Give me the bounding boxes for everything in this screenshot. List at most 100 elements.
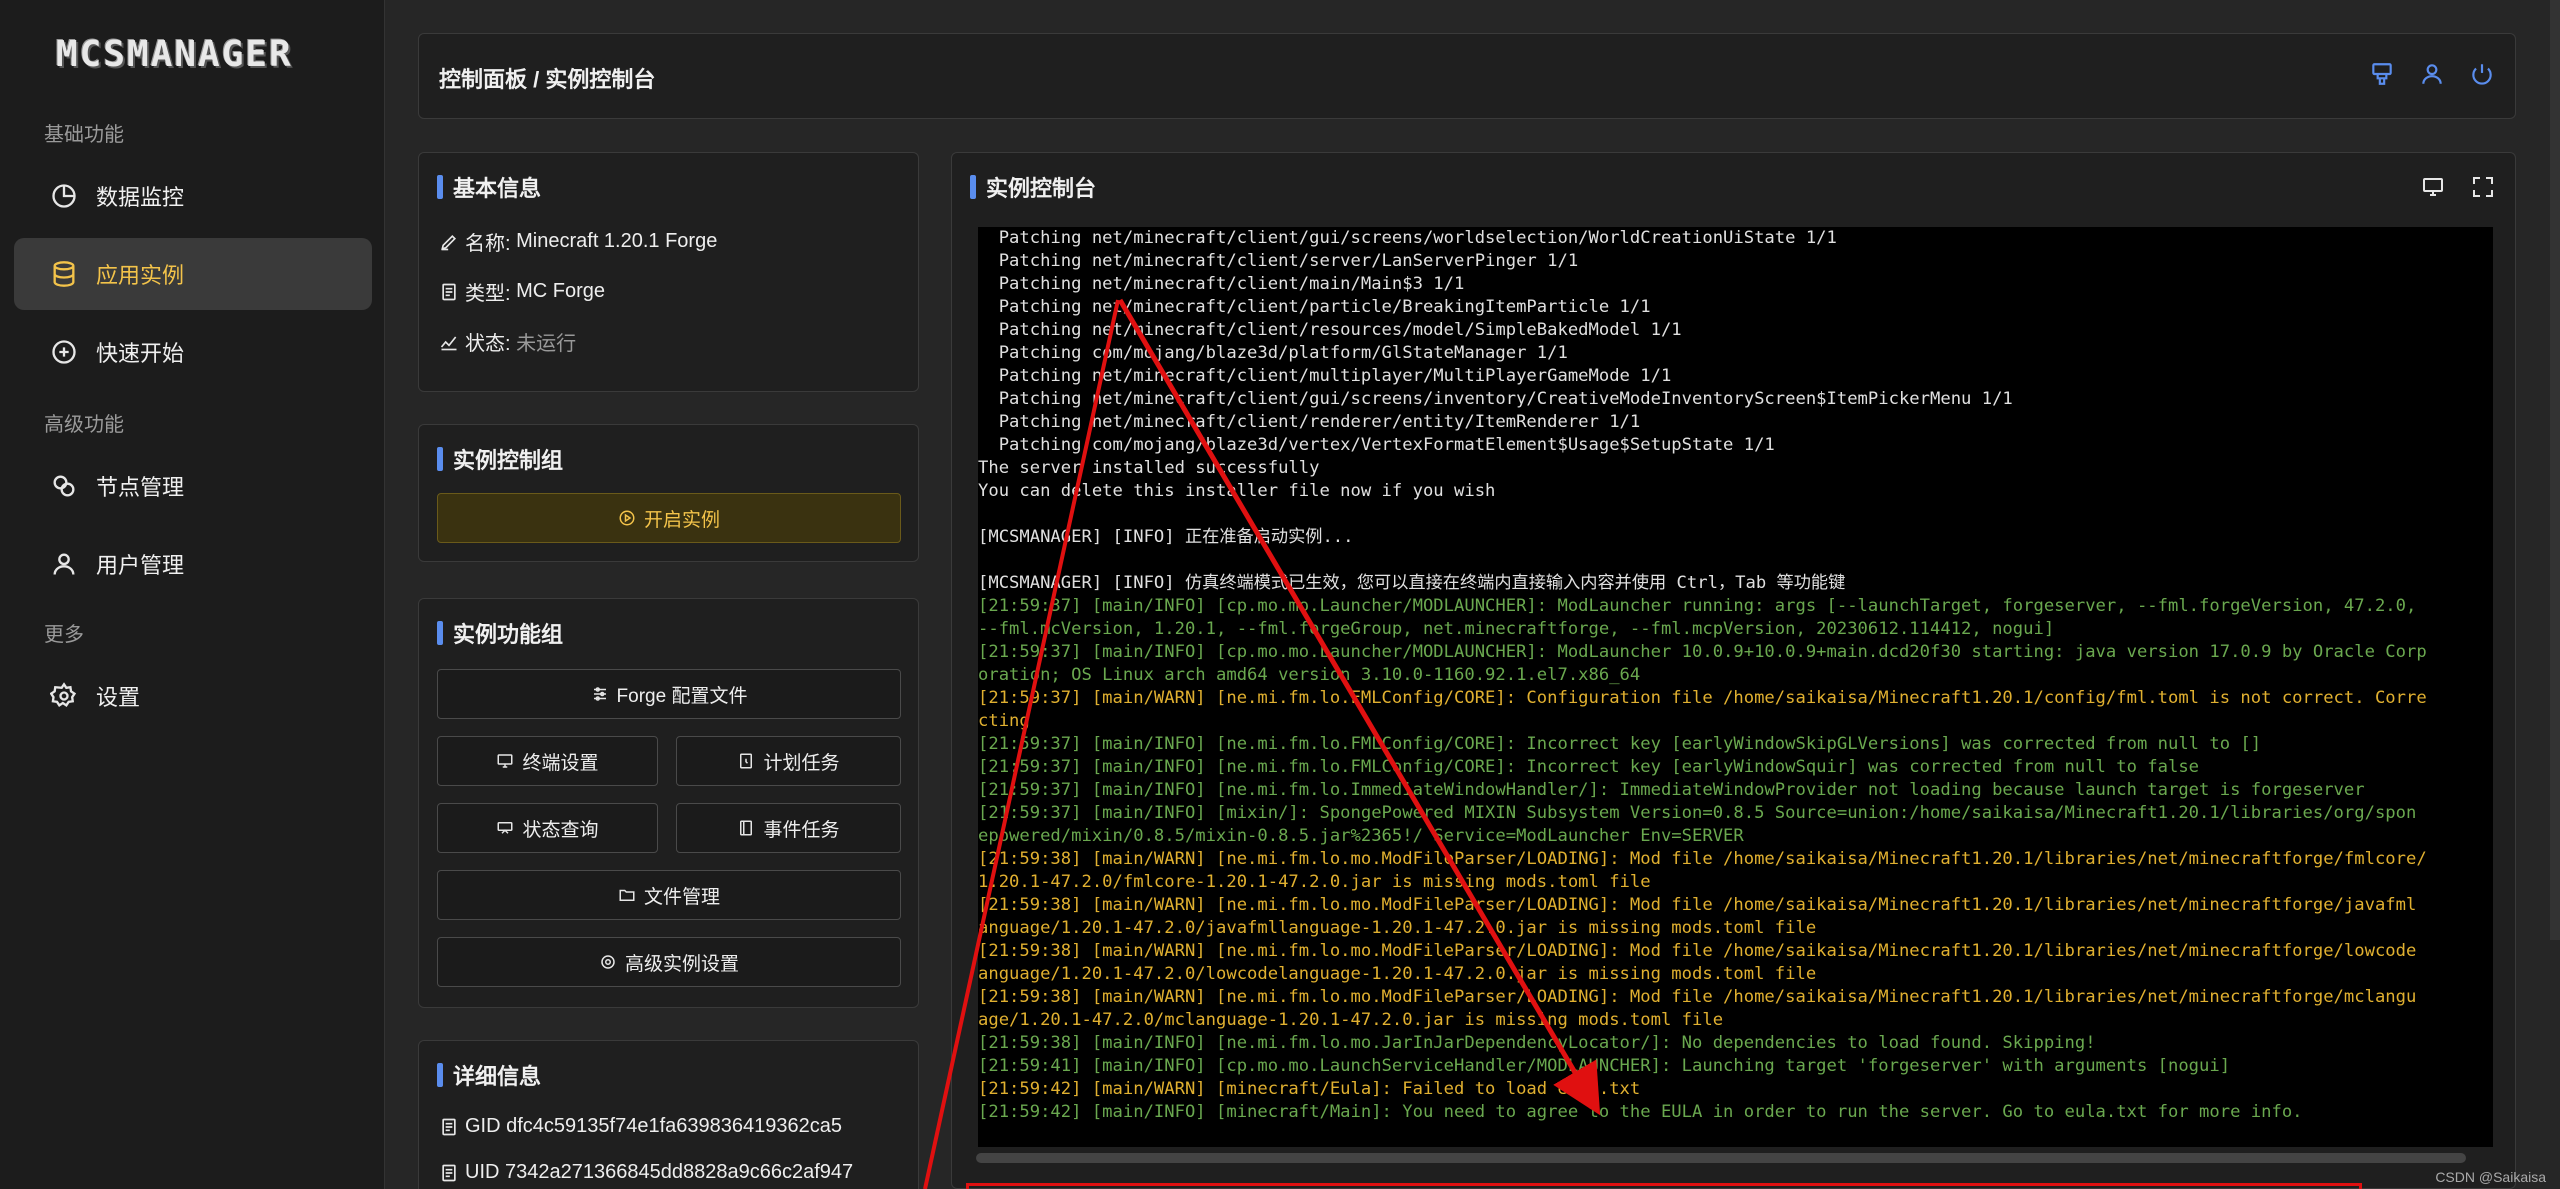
button-label: 事件任务 (763, 819, 840, 841)
book-icon (737, 819, 755, 837)
function-group-card: 实例功能组 Forge 配置文件 终端设置 计划任务 状态查询 事件任务 文件管… (418, 598, 919, 1008)
pie-chart-icon (50, 182, 78, 210)
card-title: 详细信息 (437, 1059, 541, 1091)
console-card: 实例控制台 Patching net/minecraft/client/gui/… (951, 152, 2516, 1189)
card-title: 实例控制组 (437, 443, 563, 475)
console-line: The server installed successfully (978, 458, 1320, 478)
gear-icon (50, 682, 78, 710)
name-label: 名称: (465, 233, 511, 255)
console-line: [21:59:37] [main/WARN] [ne.mi.fm.lo.FMLC… (978, 688, 2427, 708)
console-line: Patching com/mojang/blaze3d/platform/GlS… (978, 343, 1568, 363)
console-line: [21:59:37] [main/INFO] [ne.mi.fm.lo.FMLC… (978, 757, 2200, 777)
type-label: 类型: (465, 283, 511, 305)
timer-icon (737, 752, 755, 770)
console-line: [21:59:38] [main/INFO] [ne.mi.fm.lo.mo.J… (978, 1033, 2096, 1053)
console-line: [21:59:38] [main/WARN] [ne.mi.fm.lo.mo.M… (978, 987, 2417, 1007)
database-icon (50, 260, 78, 288)
button-label: 状态查询 (522, 819, 599, 841)
console-line: --fml.mcVersion, 1.20.1, --fml.forgeGrou… (978, 619, 2055, 639)
sidebar-item-instances[interactable]: 应用实例 (14, 238, 372, 310)
monitor-icon (496, 752, 514, 770)
document-icon (439, 282, 459, 302)
sidebar-item-settings[interactable]: 设置 (14, 660, 372, 732)
console-line: Patching net/minecraft/client/renderer/e… (978, 412, 1641, 432)
console-line: [21:59:38] [main/WARN] [ne.mi.fm.lo.mo.M… (978, 849, 2427, 869)
scheduled-tasks-button[interactable]: 计划任务 (676, 736, 901, 786)
button-label: 终端设置 (522, 752, 599, 774)
instance-type-row: 类型: MC Forge (439, 277, 605, 306)
status-label: 状态: (465, 333, 511, 355)
sidebar-item-quick-start[interactable]: 快速开始 (14, 316, 372, 388)
gid-label: GID (465, 1115, 501, 1137)
console-line: [21:59:41] [main/INFO] [cp.mo.mo.LaunchS… (978, 1056, 2231, 1076)
console-line: [MCSMANAGER] [INFO] 仿真终端模式已生效，您可以直接在终端内直… (978, 573, 1846, 593)
status-query-button[interactable]: 状态查询 (437, 803, 658, 853)
console-line: oration; OS Linux arch amd64 version 3.1… (978, 665, 1641, 685)
eula-highlight-annotation (966, 1183, 2362, 1189)
status-value: 未运行 (516, 333, 577, 355)
sidebar-item-label: 用户管理 (96, 553, 185, 578)
name-value: Minecraft 1.20.1 Forge (516, 230, 718, 252)
console-line: [MCSMANAGER] [INFO] 正在准备启动实例... (978, 527, 1354, 547)
account-icon[interactable] (2419, 61, 2445, 87)
forge-config-button[interactable]: Forge 配置文件 (437, 669, 901, 719)
button-label: 开启实例 (643, 509, 720, 531)
gid-row: GID dfc4c59135f74e1fa639836419362ca5 (439, 1115, 842, 1138)
console-actions (2421, 175, 2495, 199)
top-header: 控制面板 / 实例控制台 (418, 33, 2516, 119)
console-line: [21:59:42] [main/INFO] [minecraft/Main]:… (978, 1102, 2303, 1122)
console-line: Patching net/minecraft/client/server/Lan… (978, 251, 1579, 271)
theme-icon[interactable] (2369, 61, 2395, 87)
terminal-output[interactable]: Patching net/minecraft/client/gui/screen… (978, 227, 2493, 1147)
console-line: [21:59:38] [main/WARN] [ne.mi.fm.lo.mo.M… (978, 941, 2417, 961)
console-line: You can delete this installer file now i… (978, 481, 1496, 501)
card-title: 基本信息 (437, 171, 541, 203)
terminal-settings-button[interactable]: 终端设置 (437, 736, 658, 786)
console-line: [21:59:37] [main/INFO] [ne.mi.fm.lo.FMLC… (978, 734, 2262, 754)
uid-row: UID 7342a271366845dd8828a9c66c2af947 (439, 1161, 853, 1184)
console-line: [21:59:37] [main/INFO] [ne.mi.fm.lo.Imme… (978, 780, 2365, 800)
logo[interactable]: MCSMANAGER (56, 34, 330, 75)
power-icon[interactable] (2469, 61, 2495, 87)
console-line: Patching net/minecraft/client/particle/B… (978, 297, 1651, 317)
console-line: Patching net/minecraft/client/gui/screen… (978, 228, 1837, 248)
button-label: 文件管理 (643, 886, 720, 908)
advanced-settings-button[interactable]: 高级实例设置 (437, 937, 901, 987)
uid-value: 7342a271366845dd8828a9c66c2af947 (505, 1161, 854, 1183)
page-scrollbar[interactable] (2550, 0, 2560, 940)
gear-icon (599, 953, 617, 971)
sidebar-item-label: 应用实例 (96, 263, 185, 288)
instance-status-row: 状态: 未运行 (439, 327, 576, 356)
document-icon (439, 1117, 459, 1137)
details-card: 详细信息 GID dfc4c59135f74e1fa639836419362ca… (418, 1040, 919, 1189)
sidebar-item-nodes[interactable]: 节点管理 (14, 450, 372, 522)
sidebar-item-label: 数据监控 (96, 185, 185, 210)
button-label: Forge 配置文件 (616, 685, 748, 707)
sidebar-item-label: 快速开始 (96, 341, 185, 366)
console-line: [21:59:38] [main/WARN] [ne.mi.fm.lo.mo.M… (978, 895, 2417, 915)
sidebar: MCSMANAGER 基础功能 数据监控 应用实例 快速开始 高级功能 节点管理… (0, 0, 385, 1189)
console-line: anguage/1.20.1-47.2.0/lowcodelanguage-1.… (978, 964, 1817, 984)
instance-name-row: 名称: Minecraft 1.20.1 Forge (439, 227, 717, 256)
sidebar-item-users[interactable]: 用户管理 (14, 528, 372, 600)
console-line: [21:59:37] [main/INFO] [cp.mo.mo.Launche… (978, 596, 2417, 616)
edit-icon (439, 232, 459, 252)
monitor-icon[interactable] (2421, 175, 2445, 199)
event-tasks-button[interactable]: 事件任务 (676, 803, 901, 853)
file-manager-button[interactable]: 文件管理 (437, 870, 901, 920)
status-icon (439, 332, 459, 352)
fullscreen-icon[interactable] (2471, 175, 2495, 199)
start-instance-button[interactable]: 开启实例 (437, 493, 901, 543)
card-title: 实例控制台 (970, 171, 1096, 203)
sidebar-item-label: 节点管理 (96, 475, 185, 500)
console-line: epowered/mixin/0.8.5/mixin-0.8.5.jar%236… (978, 826, 1744, 846)
watermark: CSDN @Saikaisa (2435, 1169, 2546, 1185)
horizontal-scrollbar[interactable] (976, 1153, 2466, 1163)
card-title: 实例功能组 (437, 617, 563, 649)
console-line: Patching net/minecraft/client/gui/screen… (978, 389, 2013, 409)
sidebar-item-data-monitor[interactable]: 数据监控 (14, 160, 372, 232)
sidebar-group-more: 更多 (44, 624, 84, 646)
console-line: cting (978, 711, 1030, 731)
folder-icon (618, 886, 636, 904)
